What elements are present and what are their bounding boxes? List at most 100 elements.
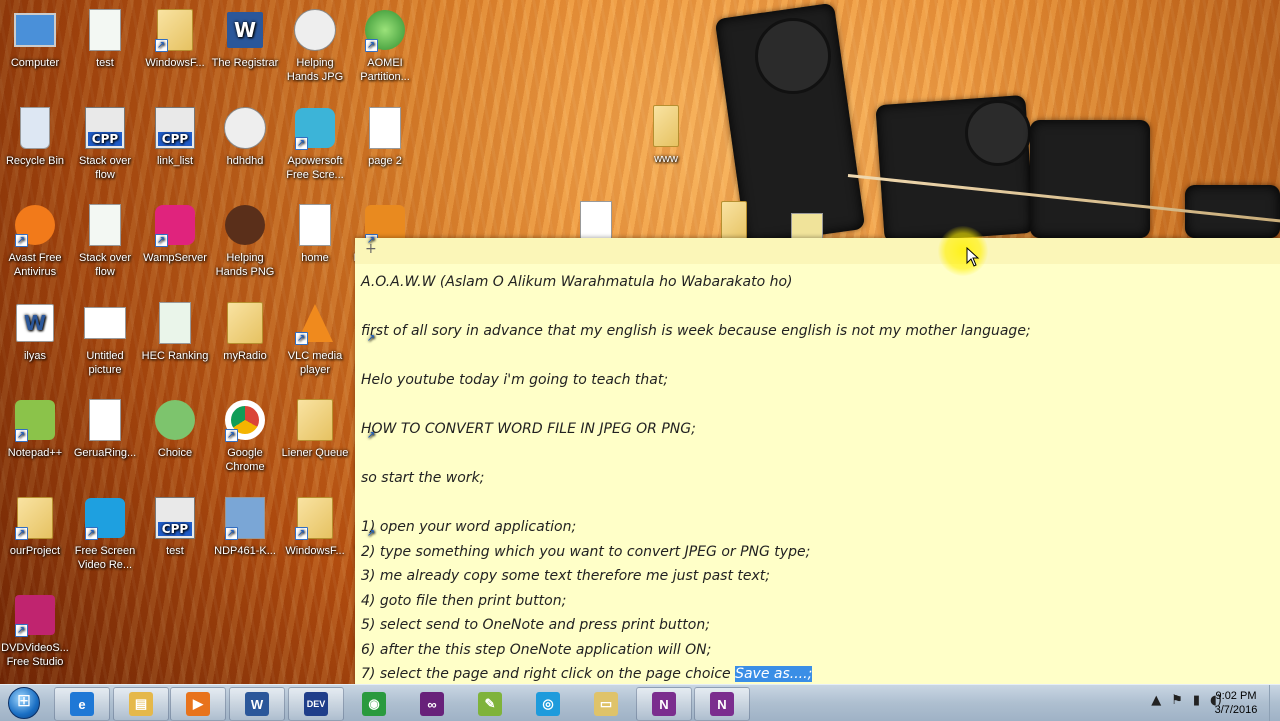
taskbar-media-player-button[interactable]: ▶ <box>170 687 226 721</box>
dvd-studio-icon <box>13 593 57 638</box>
document-icon <box>153 301 197 345</box>
battery-icon[interactable]: ▮ <box>1193 693 1200 708</box>
desktop-icon-aomei-partition[interactable]: AOMEI Partition... <box>351 8 419 84</box>
taskbar-visual-studio-button[interactable]: ∞ <box>404 687 460 721</box>
desktop-icon-windowsf[interactable]: WindowsF... <box>141 8 209 70</box>
desktop-icon-wampserver[interactable]: WampServer <box>141 203 209 265</box>
desktop-icon-test[interactable]: CPP test <box>141 496 209 558</box>
desktop-icon-avast-free-antivirus[interactable]: Avast Free Antivirus <box>1 203 69 279</box>
taskbar-screen-capture-button[interactable]: ◎ <box>520 687 576 721</box>
desktop-icon-google-chrome[interactable]: Google Chrome <box>211 398 279 474</box>
action-center-flag-icon[interactable]: ⚑ <box>1171 693 1183 708</box>
desktop-icon-label: www <box>654 153 678 165</box>
desktop-icon-label: hdhdhd <box>226 154 264 167</box>
desktop-icon-dvdvideos-free-studio[interactable]: DVDVideoS... Free Studio <box>1 593 69 669</box>
desktop-icon-liener-queue[interactable]: Liener Queue <box>281 398 349 460</box>
desktop-icon-windowsf[interactable]: WindowsF... <box>281 496 349 558</box>
wamp-icon <box>153 203 197 248</box>
desktop-icon-label: Liener Queue <box>281 447 349 459</box>
guitar-tuner-knob-1 <box>755 18 831 94</box>
desktop-icon-recycle-bin[interactable]: Recycle Bin <box>1 106 69 168</box>
desktop-icon-vlc-media-player[interactable]: VLC media player <box>281 301 349 377</box>
image-icon <box>223 203 267 247</box>
desktop-icon-untitled-picture[interactable]: Untitled picture <box>71 301 139 377</box>
computer-icon <box>13 8 57 52</box>
desktop-icon-hec-ranking[interactable]: HEC Ranking <box>141 301 209 363</box>
desktop-icon-helping-hands-png[interactable]: Helping Hands PNG <box>211 203 279 279</box>
document-icon <box>83 203 127 247</box>
desktop-icon-label: Helping Hands JPG <box>286 57 344 83</box>
taskbar-word-button[interactable]: W <box>229 687 285 721</box>
notepad-icon <box>13 398 57 443</box>
desktop-icon-ilyas[interactable]: Wilyas <box>1 301 69 363</box>
installer-icon <box>223 496 267 541</box>
desktop-icon-ndp461-k[interactable]: NDP461-K... <box>211 496 279 558</box>
desktop-icon-label: The Registrar <box>211 57 279 69</box>
desktop-icon-myradio[interactable]: myRadio <box>211 301 279 363</box>
desktop-icon-label: ilyas <box>23 349 46 362</box>
taskbar-internet-explorer-button[interactable]: e <box>54 687 110 721</box>
note-line <box>361 491 1274 516</box>
cursor-highlight <box>938 226 988 276</box>
desktop-icon-label: WampServer <box>143 252 207 264</box>
taskbar-onenote-clipping-button[interactable]: N <box>694 687 750 721</box>
visual-studio-icon: ∞ <box>420 692 444 716</box>
desktop-icon-notepad[interactable]: Notepad++ <box>1 398 69 460</box>
desktop-icon-partial-doc[interactable] <box>562 200 630 238</box>
desktop-icon-page-2[interactable]: page 2 <box>351 106 419 168</box>
desktop-icon-label: link_list <box>156 154 194 167</box>
onenote-page[interactable]: + A.O.A.W.W (Aslam O Alikum Warahmatula … <box>355 238 1280 684</box>
desktop-icon-link-list[interactable]: CPP link_list <box>141 106 209 168</box>
chrome-icon <box>223 398 267 443</box>
document-icon <box>293 203 337 247</box>
desktop-icon-label: myRadio <box>223 349 267 362</box>
note-text[interactable]: A.O.A.W.W (Aslam O Alikum Warahmatula ho… <box>355 264 1280 693</box>
desktop-icon-label: home <box>301 252 329 264</box>
desktop-icon-hdhdhd[interactable]: hdhdhd <box>211 106 279 168</box>
guitar-tuner-3 <box>1030 120 1150 238</box>
taskbar-onenote-button[interactable]: N <box>636 687 692 721</box>
desktop-icon-label: WindowsF... <box>145 57 205 69</box>
desktop-icon-home[interactable]: home <box>281 203 349 265</box>
onenote-clipping-icon: N <box>710 692 734 716</box>
desktop-icon-free-screen-video-re[interactable]: Free Screen Video Re... <box>71 496 139 572</box>
taskbar-file-explorer-button[interactable]: ▤ <box>113 687 169 721</box>
desktop-icon-label: Apowersoft Free Scre... <box>286 154 344 181</box>
desktop-icon-the-registrar[interactable]: W The Registrar <box>211 8 279 70</box>
desktop-icon-partial-folder[interactable] <box>700 200 768 238</box>
note-line: so start the work; <box>361 470 485 486</box>
clock[interactable]: 9:02 PM 3/7/2016 <box>1204 689 1268 717</box>
internet-explorer-icon: e <box>70 692 94 716</box>
dev-cpp-icon: CPP <box>83 106 127 150</box>
taskbar: e▤▶WDEV◉∞✎◎▭NN ▲⚑▮◖) 9:02 PM 3/7/2016 <box>0 684 1280 721</box>
selected-text[interactable]: Save as....; <box>735 666 813 682</box>
recycle-bin-icon <box>13 106 57 150</box>
desktop-icon-www[interactable]: www <box>632 104 700 166</box>
desktop-icon-partial-app[interactable] <box>773 212 841 238</box>
desktop-icon-stack-over-flow[interactable]: Stack over flow <box>71 203 139 279</box>
word-icon: W <box>223 8 267 52</box>
desktop-icon-computer[interactable]: Computer <box>1 8 69 70</box>
desktop-icon-stack-over-flow[interactable]: CPP Stack over flow <box>71 106 139 182</box>
desktop-icon-label: Avast Free Antivirus <box>8 252 62 278</box>
dev-cpp-icon: CPP <box>153 106 197 150</box>
desktop-icon-geruaring[interactable]: GeruaRing... <box>71 398 139 460</box>
desktop-icon-apowersoft-free-scre[interactable]: Apowersoft Free Scre... <box>281 106 349 182</box>
show-desktop-button[interactable] <box>1269 685 1280 721</box>
desktop-icon-helping-hands-jpg[interactable]: Helping Hands JPG <box>281 8 349 84</box>
word-icon: W <box>245 692 269 716</box>
desktop-icon-label: HEC Ranking <box>141 349 209 362</box>
desktop-icon-choice[interactable]: Choice <box>141 398 209 460</box>
taskbar-folder-button[interactable]: ▭ <box>578 687 634 721</box>
onenote-icon: N <box>652 692 676 716</box>
app-icon <box>785 212 829 238</box>
desktop-icon-ourproject[interactable]: ourProject <box>1 496 69 558</box>
start-button[interactable] <box>4 687 44 719</box>
document-icon <box>83 8 127 52</box>
show-hidden-icons-icon[interactable]: ▲ <box>1151 693 1161 708</box>
taskbar-dev-cpp-button[interactable]: DEV <box>288 687 344 721</box>
desktop-icon-test[interactable]: test <box>71 8 139 70</box>
taskbar-notepad-plus-plus-button[interactable]: ✎ <box>462 687 518 721</box>
desktop-icon-label: Notepad++ <box>7 447 63 459</box>
taskbar-chrome-button[interactable]: ◉ <box>346 687 402 721</box>
